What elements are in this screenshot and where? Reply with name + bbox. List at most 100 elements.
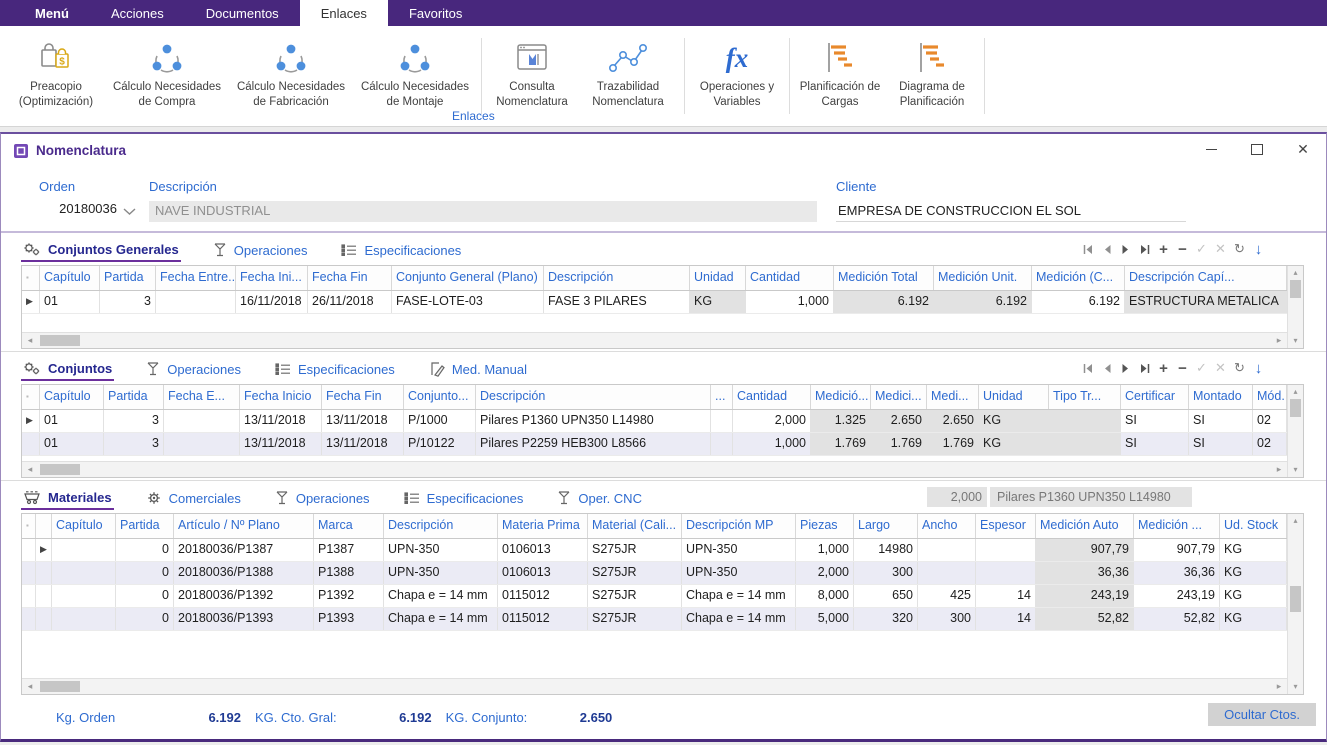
scrollbar-thumb[interactable]	[1290, 399, 1301, 417]
scroll-down-icon[interactable]: ▾	[1293, 334, 1297, 348]
column-header[interactable]: Certificar	[1121, 385, 1189, 409]
accept-icon[interactable]: ✓	[1192, 241, 1211, 257]
previous-record-icon[interactable]	[1097, 363, 1116, 374]
grid-cell[interactable]: 0106013	[498, 562, 588, 584]
column-header[interactable]: Fecha E...	[164, 385, 240, 409]
grid-cell[interactable]: P/1000	[404, 410, 476, 432]
grid-cell[interactable]: Chapa e = 14 mm	[682, 585, 796, 607]
grid-cell[interactable]: 0115012	[498, 585, 588, 607]
grid-cell[interactable]: 20180036/P1388	[174, 562, 314, 584]
grid-cell[interactable]: 52,82	[1036, 608, 1134, 630]
grid-cell[interactable]: 01	[40, 291, 100, 313]
grid-cell[interactable]: FASE-LOTE-03	[392, 291, 544, 313]
grid-cell[interactable]: KG	[1220, 585, 1287, 607]
grid-cell[interactable]: 13/11/2018	[240, 410, 322, 432]
grid-cell[interactable]: 300	[854, 562, 918, 584]
vertical-scrollbar[interactable]: ▴ ▾	[1287, 266, 1303, 348]
grid-cell[interactable]: 650	[854, 585, 918, 607]
diagrama-planificacion-button[interactable]: Diagrama de Planificación	[886, 36, 978, 110]
grid-cell[interactable]	[22, 539, 36, 561]
grid-cell[interactable]: Chapa e = 14 mm	[384, 608, 498, 630]
column-header[interactable]: Medición (C...	[1032, 266, 1125, 290]
table-row[interactable]: 020180036/P1392P1392Chapa e = 14 mm01150…	[22, 585, 1287, 608]
grid-cell[interactable]: 6.192	[934, 291, 1032, 313]
first-record-icon[interactable]	[1078, 244, 1097, 255]
previous-record-icon[interactable]	[1097, 244, 1116, 255]
grid-cell[interactable]: Pilares P2259 HEB300 L8566	[476, 433, 711, 455]
delete-record-icon[interactable]: −	[1173, 360, 1192, 377]
tab-conjuntos-generales[interactable]: Conjuntos Generales	[21, 236, 181, 262]
column-header[interactable]: Fecha Fin	[308, 266, 392, 290]
column-header[interactable]: Partida	[104, 385, 164, 409]
active-row-arrow[interactable]: ▶	[22, 410, 40, 432]
grid-cell[interactable]: 1,000	[796, 539, 854, 561]
scrollbar-thumb[interactable]	[1290, 586, 1301, 612]
grid-cell[interactable]	[22, 562, 36, 584]
grid-cell[interactable]: UPN-350	[384, 562, 498, 584]
ocultar-ctos-button[interactable]: Ocultar Ctos.	[1208, 703, 1316, 726]
table-row[interactable]: ▶01313/11/201813/11/2018P/1000Pilares P1…	[22, 410, 1287, 433]
tab-oper-cnc[interactable]: Oper. CNC	[555, 485, 644, 509]
grid-cell[interactable]	[1049, 410, 1121, 432]
grid-cell[interactable]: KG	[1220, 539, 1287, 561]
scroll-left-icon[interactable]: ◂	[22, 681, 38, 692]
column-header[interactable]: Unidad	[690, 266, 746, 290]
column-header[interactable]: Partida	[116, 514, 174, 538]
active-row-arrow[interactable]	[22, 433, 40, 455]
grid-cell[interactable]: 13/11/2018	[240, 433, 322, 455]
scrollbar-thumb[interactable]	[40, 464, 80, 475]
active-row-arrow[interactable]	[36, 562, 52, 584]
grid-cell[interactable]	[52, 585, 116, 607]
column-header[interactable]: Artículo / Nº Plano	[174, 514, 314, 538]
grid-cell[interactable]	[164, 433, 240, 455]
column-header[interactable]: Medición Auto	[1036, 514, 1134, 538]
last-record-icon[interactable]	[1135, 244, 1154, 255]
grid-cell[interactable]	[711, 410, 733, 432]
add-record-icon[interactable]: +	[1154, 241, 1173, 258]
grid-cell[interactable]: 1,000	[746, 291, 834, 313]
grid-cell[interactable]: P1387	[314, 539, 384, 561]
scrollbar-thumb[interactable]	[40, 681, 80, 692]
grid-cell[interactable]: KG	[1220, 562, 1287, 584]
calculo-compra-button[interactable]: Cálculo Necesidades de Compra	[107, 36, 227, 110]
grid-cell[interactable]: P1392	[314, 585, 384, 607]
vertical-scrollbar[interactable]: ▴ ▾	[1287, 385, 1303, 477]
grid-cell[interactable]	[1049, 433, 1121, 455]
column-header[interactable]: Descripción	[544, 266, 690, 290]
trazabilidad-button[interactable]: Trazabilidad Nomenclatura	[578, 36, 678, 110]
tab-med-manual[interactable]: Med. Manual	[427, 356, 529, 380]
grid-cell[interactable]	[52, 539, 116, 561]
column-header[interactable]: Ancho	[918, 514, 976, 538]
grid-cell[interactable]: 3	[104, 433, 164, 455]
column-header[interactable]: Conjunto General (Plano)	[392, 266, 544, 290]
grid-cell[interactable]: 01	[40, 410, 104, 432]
grid-cell[interactable]: 1.769	[871, 433, 927, 455]
export-down-icon[interactable]: ↓	[1249, 360, 1268, 377]
column-header[interactable]: Piezas	[796, 514, 854, 538]
grid-cell[interactable]	[164, 410, 240, 432]
column-header[interactable]: Mód. C...	[1253, 385, 1287, 409]
row-marker-header[interactable]: ▪	[22, 514, 36, 538]
tab-conjuntos[interactable]: Conjuntos	[21, 355, 114, 381]
scroll-up-icon[interactable]: ▴	[1293, 385, 1297, 399]
grid-cell[interactable]: 1.769	[927, 433, 979, 455]
accept-icon[interactable]: ✓	[1192, 360, 1211, 376]
grid-cell[interactable]: SI	[1121, 410, 1189, 432]
column-header[interactable]: Fecha Inicio	[240, 385, 322, 409]
grid-cell[interactable]: 320	[854, 608, 918, 630]
grid-cell[interactable]: Chapa e = 14 mm	[682, 608, 796, 630]
grid-cell[interactable]: S275JR	[588, 562, 682, 584]
grid-cell[interactable]: 8,000	[796, 585, 854, 607]
grid-cell[interactable]: KG	[979, 433, 1049, 455]
grid-cell[interactable]: 36,36	[1134, 562, 1220, 584]
menu-tab-menu[interactable]: Menú	[14, 0, 90, 26]
grid-cell[interactable]: 0115012	[498, 608, 588, 630]
grid-cell[interactable]: 01	[40, 433, 104, 455]
grid-cell[interactable]: 425	[918, 585, 976, 607]
grid-cell[interactable]: 26/11/2018	[308, 291, 392, 313]
grid-cell[interactable]: 2,000	[733, 410, 811, 432]
grid-cell[interactable]: 2.650	[871, 410, 927, 432]
operaciones-variables-button[interactable]: fx Operaciones y Variables	[691, 36, 783, 110]
grid-cell[interactable]: 13/11/2018	[322, 433, 404, 455]
export-down-icon[interactable]: ↓	[1249, 241, 1268, 258]
